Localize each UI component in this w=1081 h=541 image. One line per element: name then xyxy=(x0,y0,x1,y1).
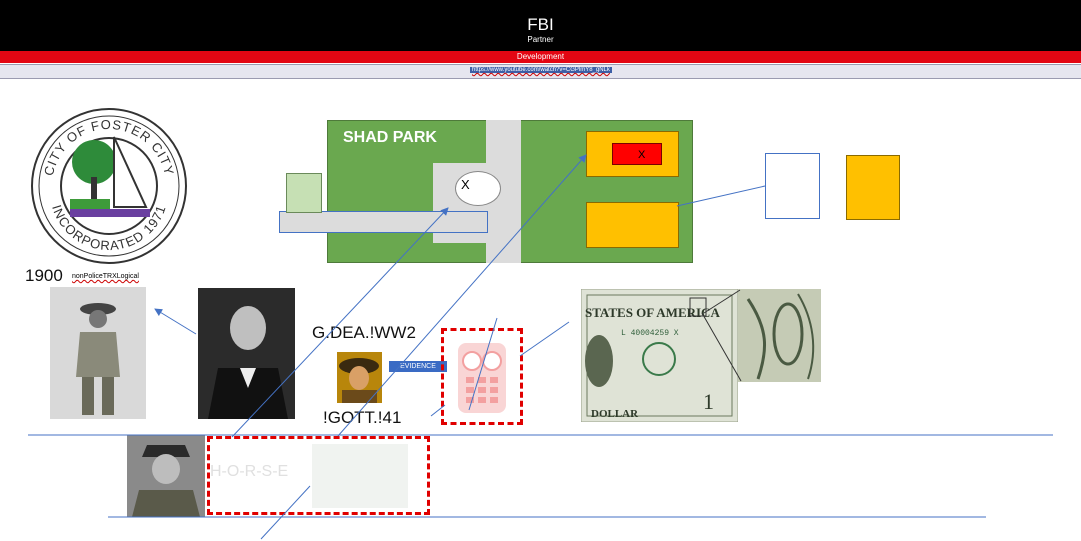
page-subtitle: Partner xyxy=(527,35,554,44)
owl-icon xyxy=(458,343,506,413)
line-to-dollar xyxy=(519,321,570,357)
page-title: FBI xyxy=(527,15,554,34)
dollar-denomination: 1 xyxy=(703,389,714,414)
owl-evidence-box xyxy=(441,328,523,425)
orange-box-right xyxy=(846,155,900,220)
plaza-marker: X xyxy=(461,177,470,192)
dollar-serial: L 40004259 X xyxy=(621,329,679,338)
gott-label: !GOTT.!41 xyxy=(323,408,402,427)
video-link[interactable]: https://www.youtube.com/watch?v=CGPlmY8_… xyxy=(470,67,612,73)
orange-box-bottom xyxy=(586,202,679,248)
year-label: 1900 xyxy=(25,266,63,285)
development-bar: Development xyxy=(0,51,1081,63)
horse-label: H-O-R-S-E xyxy=(210,463,289,480)
dollar-word: DOLLAR xyxy=(591,408,639,420)
link-bar: https://www.youtube.com/watch?v=CGPlmY8_… xyxy=(0,64,1081,79)
note-label: nonPoliceTRXLogical xyxy=(72,273,139,280)
park-title: SHAD PARK xyxy=(343,129,437,146)
dollar-bill-image: STATES OF AMERICA L 40004259 X 1 DOLLAR xyxy=(581,289,738,422)
portrait-photo xyxy=(198,288,295,419)
arrow-to-soldier xyxy=(154,308,197,335)
faded-landscape-photo xyxy=(312,444,408,508)
city-seal-logo: CITY OF FOSTER CITY INCORPORATED 1971 xyxy=(31,108,187,264)
small-green-box xyxy=(286,173,322,213)
red-marker-box xyxy=(612,143,662,165)
header-bar: FBI Partner xyxy=(0,0,1081,51)
small-portrait-photo xyxy=(337,352,382,403)
officer-photo xyxy=(127,435,205,517)
red-box-marker: X xyxy=(638,149,646,161)
soldier-photo xyxy=(50,287,146,419)
park-walkway xyxy=(279,211,488,233)
gdea-label: G.DEA.!WW2 xyxy=(312,323,416,342)
dollar-closeup-image xyxy=(738,289,821,382)
dollar-banner: STATES OF AMERICA xyxy=(585,305,720,320)
evidence-tag: EVIDENCE xyxy=(389,361,447,372)
white-box xyxy=(765,153,820,219)
